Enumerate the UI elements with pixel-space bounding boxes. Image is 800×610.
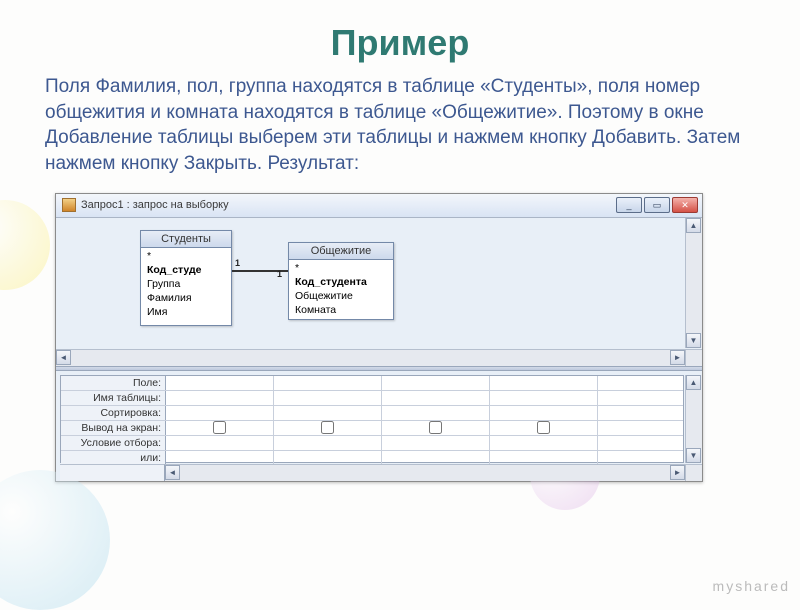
table-students[interactable]: Студенты * Код_студе Группа Фамилия Имя bbox=[140, 230, 232, 326]
scroll-down-icon[interactable]: ▼ bbox=[686, 333, 701, 348]
field-komnata[interactable]: Комната bbox=[289, 303, 393, 317]
design-grid-cell[interactable] bbox=[274, 436, 382, 450]
design-grid-row: Имя таблицы: bbox=[61, 391, 683, 406]
scroll-up-icon[interactable]: ▲ bbox=[686, 218, 701, 233]
scroll-corner bbox=[685, 464, 702, 481]
table-students-header[interactable]: Студенты bbox=[141, 231, 231, 248]
show-on-screen-checkbox[interactable] bbox=[429, 421, 442, 434]
design-grid[interactable]: Поле:Имя таблицы:Сортировка:Вывод на экр… bbox=[60, 375, 684, 463]
window-controls: _ ▭ ✕ bbox=[616, 197, 698, 213]
design-grid-cell[interactable] bbox=[382, 406, 490, 420]
design-grid-row-label: Поле: bbox=[61, 376, 166, 390]
table-students-fields: * Код_студе Группа Фамилия Имя bbox=[141, 248, 231, 320]
scroll-left-icon[interactable]: ◄ bbox=[165, 465, 180, 480]
app-icon bbox=[62, 198, 76, 212]
scroll-left-icon[interactable]: ◄ bbox=[56, 350, 71, 365]
field-gruppa[interactable]: Группа bbox=[141, 277, 231, 291]
minimize-button[interactable]: _ bbox=[616, 197, 642, 213]
scroll-right-icon[interactable]: ► bbox=[670, 465, 685, 480]
design-grid-cell[interactable] bbox=[382, 436, 490, 450]
scroll-corner bbox=[685, 349, 702, 366]
decor-bubble-blue bbox=[0, 470, 110, 610]
query-designer-window: Запрос1 : запрос на выборку _ ▭ ✕ Студен… bbox=[55, 193, 703, 482]
upper-vertical-scrollbar[interactable]: ▲ ▼ bbox=[685, 218, 702, 348]
design-grid-cell[interactable] bbox=[166, 436, 274, 450]
maximize-button[interactable]: ▭ bbox=[644, 197, 670, 213]
page-title: Пример bbox=[0, 0, 800, 74]
design-grid-row-label: Условие отбора: bbox=[61, 436, 166, 450]
design-grid-row-label: Сортировка: bbox=[61, 406, 166, 420]
design-grid-cell[interactable] bbox=[274, 391, 382, 405]
window-titlebar[interactable]: Запрос1 : запрос на выборку _ ▭ ✕ bbox=[56, 194, 702, 218]
design-grid-row: Поле: bbox=[61, 376, 683, 391]
field-familiya[interactable]: Фамилия bbox=[141, 291, 231, 305]
scroll-track[interactable] bbox=[71, 350, 670, 366]
design-grid-cell[interactable] bbox=[490, 376, 598, 390]
page-description: Поля Фамилия, пол, группа находятся в та… bbox=[0, 74, 800, 189]
design-grid-row-label: или: bbox=[61, 451, 166, 465]
relationships-pane[interactable]: Студенты * Код_студе Группа Фамилия Имя … bbox=[56, 218, 702, 366]
field-star[interactable]: * bbox=[141, 249, 231, 263]
relationship-cardinality-right: 1 bbox=[277, 269, 282, 279]
design-grid-cell[interactable] bbox=[166, 376, 274, 390]
design-grid-cell[interactable] bbox=[490, 406, 598, 420]
upper-horizontal-scrollbar[interactable]: ◄ ► bbox=[56, 349, 685, 366]
field-kod-studenta[interactable]: Код_студента bbox=[289, 275, 393, 289]
table-dorm-header[interactable]: Общежитие bbox=[289, 243, 393, 260]
design-grid-cell[interactable] bbox=[166, 391, 274, 405]
field-obshezhitie[interactable]: Общежитие bbox=[289, 289, 393, 303]
show-on-screen-checkbox[interactable] bbox=[537, 421, 550, 434]
scroll-up-icon[interactable]: ▲ bbox=[686, 375, 701, 390]
design-grid-cell[interactable] bbox=[166, 451, 274, 465]
design-grid-cell[interactable] bbox=[382, 391, 490, 405]
design-grid-row: Сортировка: bbox=[61, 406, 683, 421]
field-star[interactable]: * bbox=[289, 261, 393, 275]
design-grid-cell[interactable] bbox=[382, 376, 490, 390]
show-on-screen-checkbox[interactable] bbox=[321, 421, 334, 434]
lower-vertical-scrollbar[interactable]: ▲ ▼ bbox=[685, 375, 702, 463]
design-grid-cell[interactable] bbox=[382, 451, 490, 465]
lower-horizontal-scrollbar[interactable]: ◄ ► bbox=[165, 464, 685, 481]
design-grid-cell[interactable] bbox=[166, 421, 274, 435]
design-grid-pane: Поле:Имя таблицы:Сортировка:Вывод на экр… bbox=[56, 371, 702, 481]
scroll-right-icon[interactable]: ► bbox=[670, 350, 685, 365]
decor-bubble-yellow bbox=[0, 200, 50, 290]
field-imya[interactable]: Имя bbox=[141, 305, 231, 319]
design-grid-row-label: Имя таблицы: bbox=[61, 391, 166, 405]
scroll-down-icon[interactable]: ▼ bbox=[686, 448, 701, 463]
design-grid-cell[interactable] bbox=[274, 451, 382, 465]
design-grid-row: Условие отбора: bbox=[61, 436, 683, 451]
design-grid-row: Вывод на экран: bbox=[61, 421, 683, 436]
grid-label-footer bbox=[60, 464, 165, 481]
design-grid-cell[interactable] bbox=[490, 451, 598, 465]
design-grid-cell[interactable] bbox=[274, 376, 382, 390]
design-grid-row-label: Вывод на экран: bbox=[61, 421, 166, 435]
table-dorm-fields: * Код_студента Общежитие Комната bbox=[289, 260, 393, 318]
close-button[interactable]: ✕ bbox=[672, 197, 698, 213]
field-kod-studenta[interactable]: Код_студе bbox=[141, 263, 231, 277]
scroll-track[interactable] bbox=[180, 465, 670, 481]
design-grid-cell[interactable] bbox=[274, 421, 382, 435]
design-grid-cell[interactable] bbox=[166, 406, 274, 420]
table-dorm[interactable]: Общежитие * Код_студента Общежитие Комна… bbox=[288, 242, 394, 320]
design-grid-cell[interactable] bbox=[490, 436, 598, 450]
show-on-screen-checkbox[interactable] bbox=[213, 421, 226, 434]
relationship-cardinality-left: 1 bbox=[235, 258, 240, 268]
watermark: myshared bbox=[713, 578, 790, 594]
design-grid-cell[interactable] bbox=[490, 391, 598, 405]
design-grid-cell[interactable] bbox=[382, 421, 490, 435]
design-grid-cell[interactable] bbox=[490, 421, 598, 435]
window-title: Запрос1 : запрос на выборку bbox=[81, 199, 616, 211]
design-grid-cell[interactable] bbox=[274, 406, 382, 420]
